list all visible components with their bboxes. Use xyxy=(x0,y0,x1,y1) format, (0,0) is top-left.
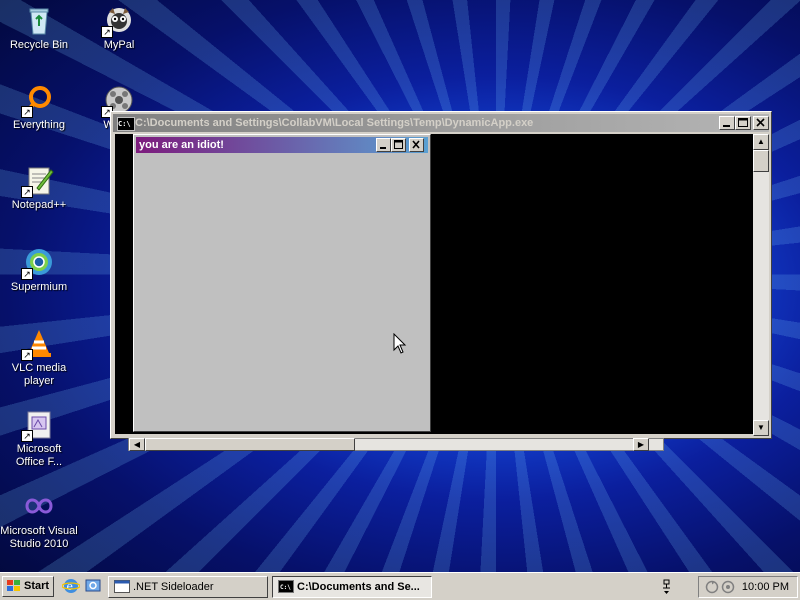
close-button[interactable] xyxy=(753,116,769,130)
idiot-window-title: you are an idiot! xyxy=(139,139,224,151)
everything-search-icon: ↗ xyxy=(21,84,55,118)
desktop-icon-vlc[interactable]: ↗ VLC media player xyxy=(0,327,78,388)
shortcut-arrow-icon: ↗ xyxy=(21,186,33,198)
internet-explorer-icon[interactable]: e xyxy=(61,577,81,595)
scroll-right-button[interactable]: ▶ xyxy=(633,438,649,451)
scroll-thumb[interactable] xyxy=(753,150,769,172)
shortcut-arrow-icon: ↗ xyxy=(101,26,113,38)
idiot-close-button[interactable] xyxy=(409,138,424,152)
supermium-browser-icon: ↗ xyxy=(21,246,55,280)
console-title: C:\Documents and Settings\CollabVM\Local… xyxy=(135,117,534,129)
console-titlebar[interactable]: C:\ C:\Documents and Settings\CollabVM\L… xyxy=(113,114,769,132)
start-button[interactable]: Start xyxy=(2,576,54,597)
mouse-cursor-icon xyxy=(393,332,407,355)
desktop-icon-everything[interactable]: ↗ Everything xyxy=(0,84,78,132)
desktop-icon-mypal[interactable]: ↗ MyPal xyxy=(80,4,158,52)
scroll-down-button[interactable]: ▼ xyxy=(753,420,769,436)
horizontal-scrollbar[interactable]: ◀ ▶ xyxy=(128,438,664,451)
idiot-minimize-button[interactable] xyxy=(376,138,391,152)
desktop-icon-notepadpp[interactable]: ↗ Notepad++ xyxy=(0,164,78,212)
shortcut-arrow-icon: ↗ xyxy=(21,349,33,361)
tray-sync-icon[interactable] xyxy=(705,580,719,594)
shortcut-arrow-icon: ↗ xyxy=(21,106,33,118)
taskbar: Start e .NET Sideloader C:\ C:\Documents… xyxy=(0,572,800,600)
vlc-icon: ↗ xyxy=(21,327,55,361)
cmd-icon: C:\ xyxy=(278,580,294,593)
taskbar-clock[interactable]: 10:00 PM xyxy=(742,577,789,597)
desktop-icon-supermium[interactable]: ↗ Supermium xyxy=(0,246,78,294)
svg-text:C:\: C:\ xyxy=(280,584,291,591)
scroll-up-button[interactable]: ▲ xyxy=(753,134,769,150)
visual-studio-icon xyxy=(23,490,55,522)
cmd-icon[interactable]: C:\ xyxy=(117,117,135,131)
svg-text:e: e xyxy=(67,580,74,593)
tray-volume-icon[interactable] xyxy=(721,580,735,594)
shortcut-arrow-icon: ↗ xyxy=(21,268,33,280)
recycle-bin-icon xyxy=(23,4,55,36)
scroll-left-button[interactable]: ◀ xyxy=(129,438,145,451)
shortcut-arrow-icon: ↗ xyxy=(21,430,33,442)
window-icon xyxy=(114,580,130,593)
notepadpp-icon: ↗ xyxy=(21,164,55,198)
idiot-titlebar[interactable]: you are an idiot! xyxy=(136,137,428,153)
horizontal-scroll-thumb[interactable] xyxy=(145,438,355,451)
system-tray: 10:00 PM xyxy=(698,576,798,598)
minimize-button[interactable] xyxy=(719,116,735,130)
taskbar-item-console[interactable]: C:\ C:\Documents and Se... xyxy=(272,576,432,598)
taskbar-item-net-sideloader[interactable]: .NET Sideloader xyxy=(108,576,268,598)
office-icon: ↗ xyxy=(21,408,55,442)
mypal-browser-icon: ↗ xyxy=(101,4,135,38)
desktop-icon-recycle-bin[interactable]: Recycle Bin xyxy=(0,4,78,52)
desktop-icon-office[interactable]: ↗ Microsoft Office F... xyxy=(0,408,78,469)
maximize-button[interactable] xyxy=(735,116,751,130)
idiot-window[interactable]: you are an idiot! xyxy=(133,134,431,432)
network-tray-icon[interactable] xyxy=(662,579,672,595)
desktop-icon-visual-studio[interactable]: Microsoft Visual Studio 2010 xyxy=(0,490,78,551)
windows-flag-icon xyxy=(7,580,21,592)
vertical-scrollbar[interactable]: ▲ ▼ xyxy=(753,134,769,436)
idiot-maximize-button[interactable] xyxy=(391,138,406,152)
show-desktop-icon[interactable] xyxy=(84,577,102,595)
